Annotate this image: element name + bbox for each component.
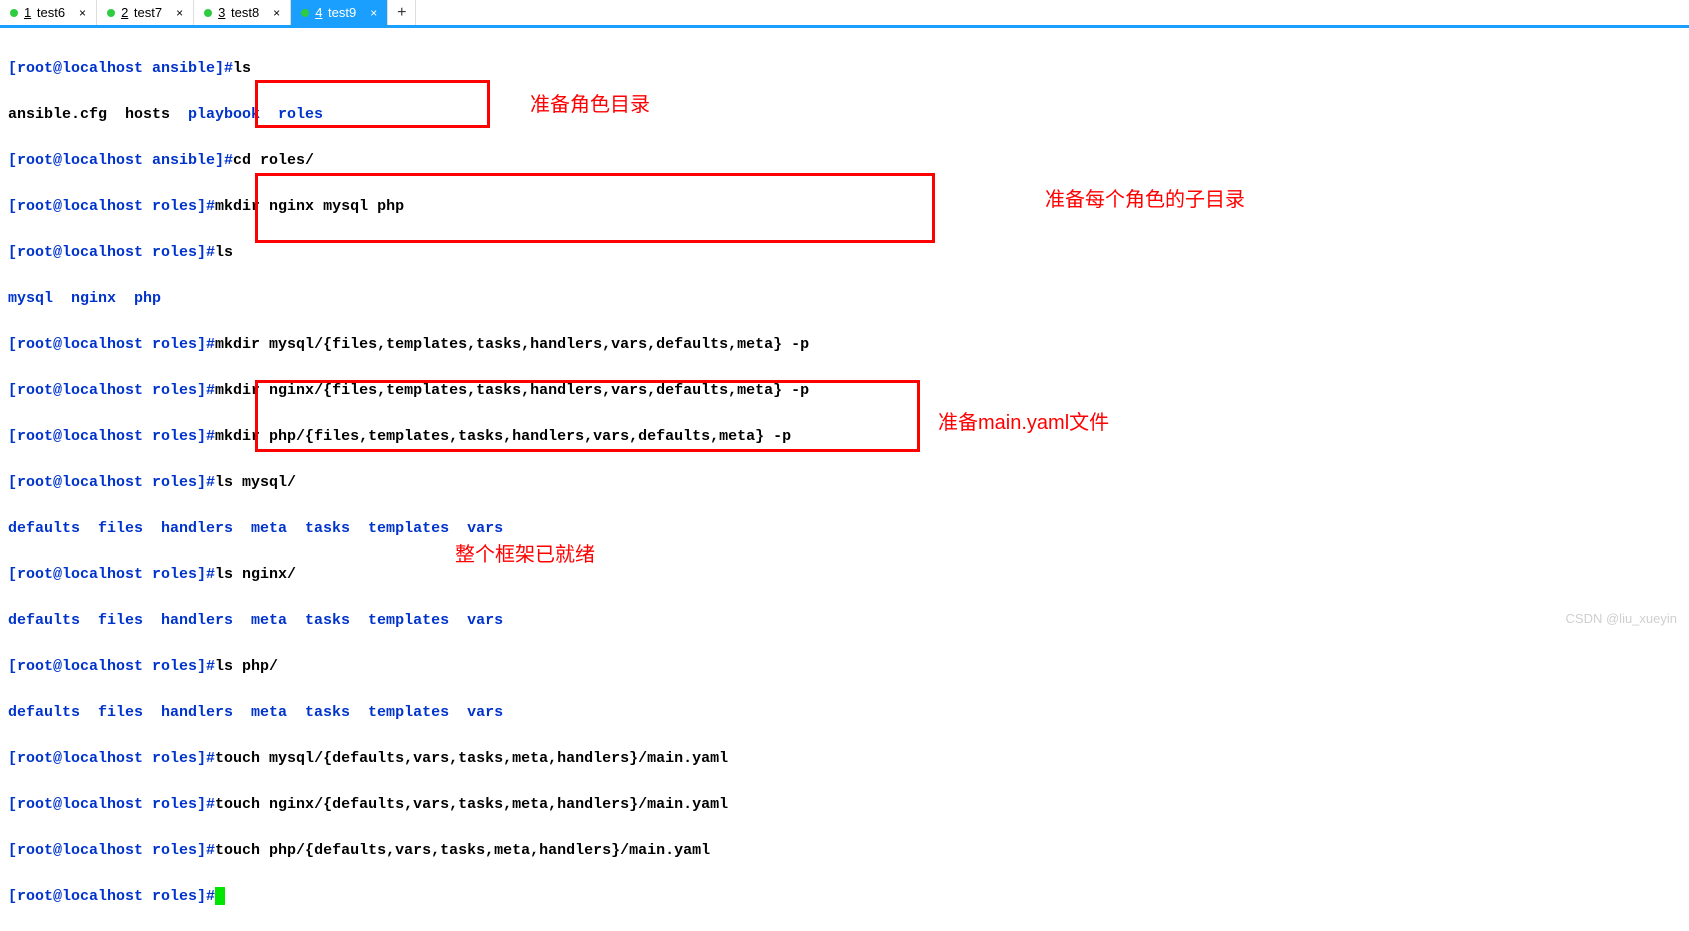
close-icon[interactable]: × (370, 6, 377, 20)
watermark: CSDN @liu_xueyin (1566, 611, 1677, 626)
terminal-output[interactable]: [root@localhost ansible]#ls ansible.cfg … (0, 28, 1689, 931)
cmd-text: touch mysql/{defaults,vars,tasks,meta,ha… (215, 750, 728, 767)
tab-test6[interactable]: 1 test6 × (0, 0, 97, 25)
shell-prompt: [root@localhost roles]# (8, 244, 215, 261)
status-dot-icon (107, 9, 115, 17)
tab-number: 2 (121, 5, 128, 20)
cmd-text: mkdir php/{files,templates,tasks,handler… (215, 428, 791, 445)
status-dot-icon (204, 9, 212, 17)
output-text: defaults files handlers meta tasks templ… (8, 520, 503, 537)
output-text: playbook roles (188, 106, 323, 123)
tab-label: test9 (328, 5, 356, 20)
cmd-text: ls (215, 244, 233, 261)
cmd-text: mkdir nginx/{files,templates,tasks,handl… (215, 382, 809, 399)
shell-prompt: [root@localhost ansible]# (8, 152, 233, 169)
shell-prompt: [root@localhost roles]# (8, 198, 215, 215)
tab-number: 4 (315, 5, 322, 20)
output-text: ansible.cfg hosts (8, 106, 188, 123)
cmd-text: touch php/{defaults,vars,tasks,meta,hand… (215, 842, 710, 859)
shell-prompt: [root@localhost roles]# (8, 888, 215, 905)
status-dot-icon (10, 9, 18, 17)
cmd-text: mkdir nginx mysql php (215, 198, 404, 215)
tab-label: test6 (37, 5, 65, 20)
cmd-text: ls mysql/ (215, 474, 296, 491)
shell-prompt: [root@localhost roles]# (8, 842, 215, 859)
shell-prompt: [root@localhost roles]# (8, 658, 215, 675)
output-text: mysql nginx php (8, 290, 161, 307)
close-icon[interactable]: × (273, 6, 280, 20)
cmd-text: touch nginx/{defaults,vars,tasks,meta,ha… (215, 796, 728, 813)
shell-prompt: [root@localhost roles]# (8, 566, 215, 583)
shell-prompt: [root@localhost ansible]# (8, 60, 233, 77)
shell-prompt: [root@localhost roles]# (8, 428, 215, 445)
shell-prompt: [root@localhost roles]# (8, 750, 215, 767)
cmd-text: ls (233, 60, 251, 77)
shell-prompt: [root@localhost roles]# (8, 336, 215, 353)
tab-test8[interactable]: 3 test8 × (194, 0, 291, 25)
cmd-text: mkdir mysql/{files,templates,tasks,handl… (215, 336, 809, 353)
shell-prompt: [root@localhost roles]# (8, 474, 215, 491)
terminal-cursor (215, 887, 225, 905)
tab-test7[interactable]: 2 test7 × (97, 0, 194, 25)
add-tab-button[interactable]: + (388, 0, 416, 25)
shell-prompt: [root@localhost roles]# (8, 382, 215, 399)
close-icon[interactable]: × (176, 6, 183, 20)
tab-number: 1 (24, 5, 31, 20)
tab-label: test8 (231, 5, 259, 20)
cmd-text: ls php/ (215, 658, 278, 675)
shell-prompt: [root@localhost roles]# (8, 796, 215, 813)
output-text: defaults files handlers meta tasks templ… (8, 704, 503, 721)
tab-number: 3 (218, 5, 225, 20)
tab-label: test7 (134, 5, 162, 20)
output-text: defaults files handlers meta tasks templ… (8, 612, 503, 629)
close-icon[interactable]: × (79, 6, 86, 20)
status-dot-icon (301, 9, 309, 17)
tab-bar: 1 test6 × 2 test7 × 3 test8 × 4 test9 × … (0, 0, 1689, 28)
cmd-text: ls nginx/ (215, 566, 296, 583)
tab-test9[interactable]: 4 test9 × (291, 0, 388, 25)
cmd-text: cd roles/ (233, 152, 314, 169)
